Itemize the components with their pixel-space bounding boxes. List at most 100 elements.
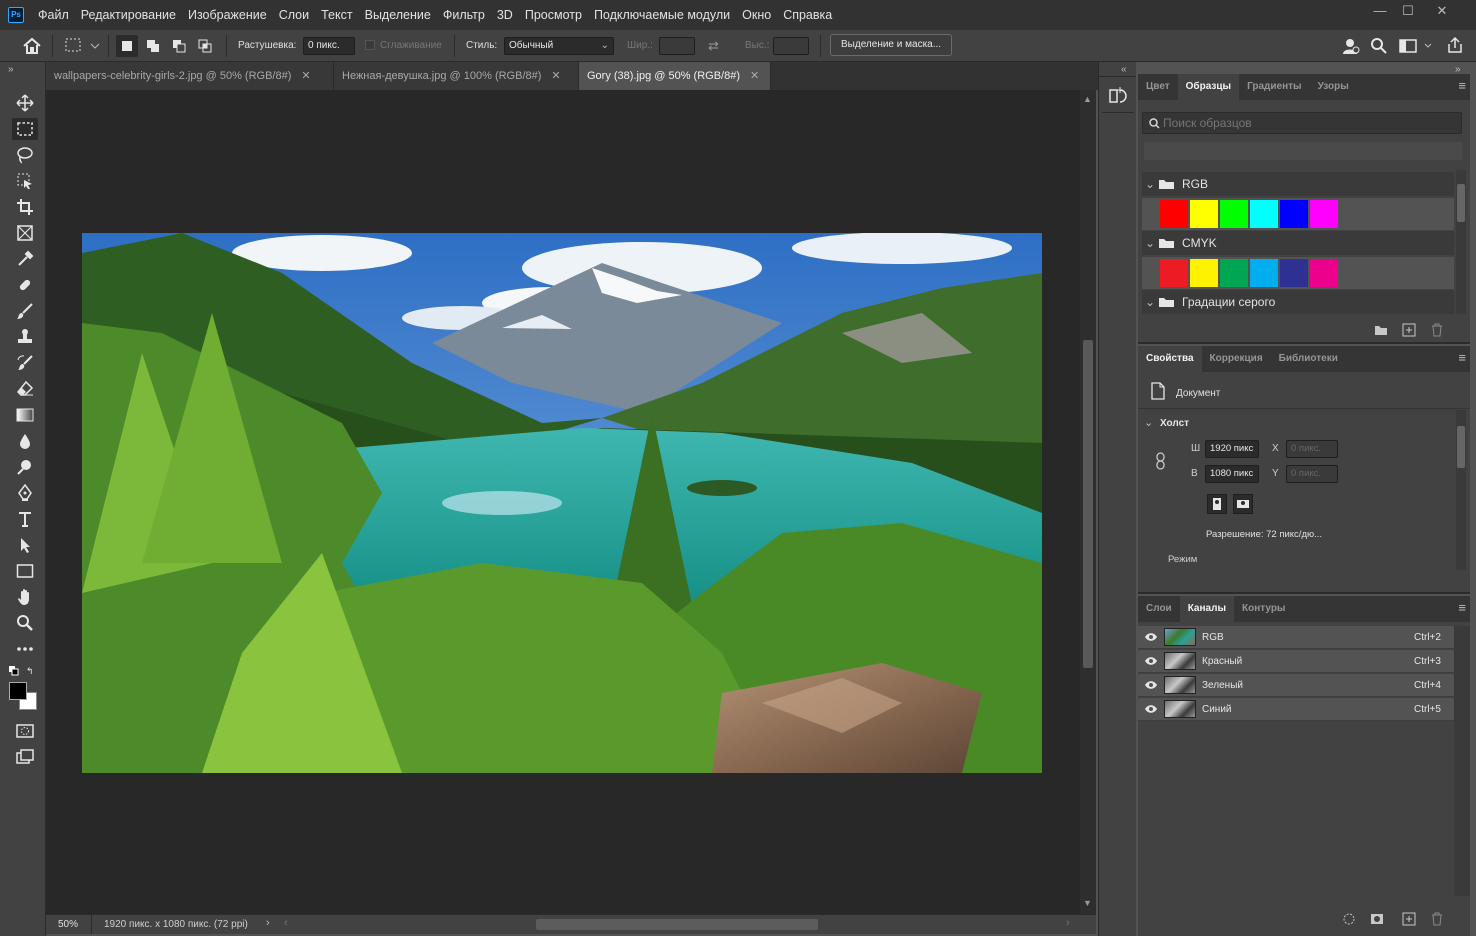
tab-adjustments[interactable]: Коррекция bbox=[1202, 346, 1271, 372]
path-selection-tool-icon[interactable] bbox=[12, 534, 38, 556]
tab-channels[interactable]: Каналы bbox=[1179, 596, 1234, 622]
export-icon[interactable] bbox=[1446, 36, 1464, 54]
panel-menu-icon[interactable]: ≡ bbox=[1458, 350, 1466, 365]
menu-edit[interactable]: Редактирование bbox=[75, 0, 182, 30]
menu-type[interactable]: Текст bbox=[315, 0, 358, 30]
canvas-width-input[interactable]: 1920 пикс bbox=[1205, 440, 1259, 458]
tab-gradients[interactable]: Градиенты bbox=[1239, 74, 1310, 100]
channel-row-red[interactable]: Красный Ctrl+3 bbox=[1138, 650, 1454, 673]
tab-paths[interactable]: Контуры bbox=[1234, 596, 1293, 622]
color-swatch[interactable] bbox=[1310, 259, 1338, 287]
home-icon[interactable] bbox=[20, 36, 44, 56]
type-tool-icon[interactable] bbox=[12, 508, 38, 530]
menu-window[interactable]: Окно bbox=[736, 0, 777, 30]
select-and-mask-button[interactable]: Выделение и маска... bbox=[830, 34, 953, 56]
channel-row-green[interactable]: Зеленый Ctrl+4 bbox=[1138, 674, 1454, 697]
color-swatch[interactable] bbox=[1220, 200, 1248, 228]
rectangular-marquee-tool-icon[interactable] bbox=[12, 118, 38, 140]
eye-icon[interactable] bbox=[1144, 656, 1158, 666]
chevron-down-icon[interactable]: ⌄ bbox=[1144, 416, 1153, 429]
menu-image[interactable]: Изображение bbox=[182, 0, 273, 30]
eye-icon[interactable] bbox=[1144, 704, 1158, 714]
menu-view[interactable]: Просмотр bbox=[519, 0, 588, 30]
collapse-arrows-icon[interactable]: « bbox=[1121, 64, 1127, 75]
color-swatch[interactable] bbox=[1190, 259, 1218, 287]
color-swatch[interactable] bbox=[1280, 259, 1308, 287]
canvas-x-input[interactable]: 0 пикс. bbox=[1286, 440, 1338, 458]
swatch-group-grayscale[interactable]: ⌄ Градации серого bbox=[1142, 290, 1454, 314]
swap-colors-icon[interactable]: ↰ bbox=[26, 666, 36, 676]
vertical-scroll-thumb[interactable] bbox=[1083, 340, 1093, 668]
panel-menu-icon[interactable]: ≡ bbox=[1458, 600, 1466, 615]
tab-swatches[interactable]: Образцы bbox=[1177, 74, 1240, 100]
canvas-y-input[interactable]: 0 пикс. bbox=[1286, 465, 1338, 483]
tab-document-2[interactable]: Нежная-девушка.jpg @ 100% (RGB/8#) ✕ bbox=[334, 62, 579, 90]
object-selection-tool-icon[interactable] bbox=[12, 170, 38, 192]
default-colors-icon[interactable] bbox=[9, 666, 19, 676]
tab-color[interactable]: Цвет bbox=[1138, 74, 1178, 100]
maximize-button[interactable]: ☐ bbox=[1392, 0, 1424, 24]
more-tools-icon[interactable] bbox=[12, 638, 38, 660]
color-swatch[interactable] bbox=[1160, 259, 1188, 287]
new-channel-icon[interactable] bbox=[1402, 912, 1416, 926]
menu-3d[interactable]: 3D bbox=[491, 0, 519, 30]
new-swatch-icon[interactable] bbox=[1402, 323, 1416, 337]
clone-stamp-tool-icon[interactable] bbox=[12, 326, 38, 348]
menu-select[interactable]: Выделение bbox=[359, 0, 437, 30]
quick-mask-icon[interactable] bbox=[12, 720, 38, 742]
zoom-level[interactable]: 50% bbox=[46, 915, 92, 934]
swap-icon[interactable]: ⇄ bbox=[708, 38, 719, 54]
color-swatch[interactable] bbox=[1310, 200, 1338, 228]
scroll-right-icon[interactable]: › bbox=[1066, 917, 1070, 929]
panel-menu-icon[interactable]: ≡ bbox=[1458, 78, 1466, 93]
landscape-orientation-icon[interactable] bbox=[1233, 494, 1253, 514]
scroll-down-icon[interactable]: ▼ bbox=[1083, 898, 1092, 908]
dodge-tool-icon[interactable] bbox=[12, 456, 38, 478]
tab-patterns[interactable]: Узоры bbox=[1310, 74, 1357, 100]
canvas-area[interactable] bbox=[46, 90, 1080, 914]
menu-filter[interactable]: Фильтр bbox=[437, 0, 491, 30]
width-input[interactable] bbox=[659, 37, 695, 55]
canvas-height-input[interactable]: 1080 пикс bbox=[1205, 465, 1259, 483]
tab-document-1[interactable]: wallpapers-celebrity-girls-2.jpg @ 50% (… bbox=[46, 62, 334, 90]
search-icon[interactable] bbox=[1370, 37, 1388, 55]
document-info[interactable]: 1920 пикс. x 1080 пикс. (72 ppi) bbox=[104, 915, 248, 934]
feather-input[interactable]: 0 пикс. bbox=[303, 37, 355, 55]
color-swatch[interactable] bbox=[1190, 200, 1218, 228]
swatch-group-rgb[interactable]: ⌄ RGB bbox=[1142, 172, 1454, 196]
portrait-orientation-icon[interactable] bbox=[1207, 494, 1227, 514]
eye-icon[interactable] bbox=[1144, 680, 1158, 690]
history-panel-icon[interactable] bbox=[1109, 86, 1127, 106]
menu-layers[interactable]: Слои bbox=[273, 0, 315, 30]
color-swatch[interactable] bbox=[1160, 200, 1188, 228]
menu-plugins[interactable]: Подключаемые модули bbox=[588, 0, 736, 30]
tab-properties[interactable]: Свойства bbox=[1138, 346, 1202, 372]
height-input[interactable] bbox=[773, 37, 809, 55]
eyedropper-tool-icon[interactable] bbox=[12, 248, 38, 270]
tab-libraries[interactable]: Библиотеки bbox=[1271, 346, 1346, 372]
trash-icon[interactable] bbox=[1430, 323, 1444, 337]
save-selection-channel-icon[interactable] bbox=[1370, 912, 1384, 926]
marquee-preset-picker[interactable] bbox=[62, 36, 102, 56]
lasso-tool-icon[interactable] bbox=[12, 144, 38, 166]
zoom-tool-icon[interactable] bbox=[12, 612, 38, 634]
collapse-arrows-icon[interactable]: » bbox=[8, 64, 14, 75]
tab-layers[interactable]: Слои bbox=[1138, 596, 1180, 622]
status-menu-arrow-icon[interactable]: › bbox=[266, 917, 270, 929]
channel-row-blue[interactable]: Синий Ctrl+5 bbox=[1138, 698, 1454, 721]
color-swatch[interactable] bbox=[1250, 200, 1278, 228]
channels-scrollbar[interactable] bbox=[1454, 626, 1470, 896]
new-selection-icon[interactable] bbox=[116, 35, 138, 57]
eye-icon[interactable] bbox=[1144, 632, 1158, 642]
properties-scroll-thumb[interactable] bbox=[1457, 426, 1465, 468]
frame-tool-icon[interactable] bbox=[12, 222, 38, 244]
color-swatch[interactable] bbox=[1250, 259, 1278, 287]
foreground-color-swatch[interactable] bbox=[9, 682, 27, 700]
scroll-up-icon[interactable]: ▲ bbox=[1083, 94, 1092, 104]
subtract-selection-icon[interactable] bbox=[168, 35, 190, 57]
swatches-scroll-thumb[interactable] bbox=[1457, 184, 1465, 222]
swatches-scrollbar[interactable] bbox=[1456, 170, 1466, 314]
blur-tool-icon[interactable] bbox=[12, 430, 38, 452]
document-image[interactable] bbox=[82, 233, 1042, 773]
link-icon[interactable] bbox=[1154, 452, 1168, 470]
